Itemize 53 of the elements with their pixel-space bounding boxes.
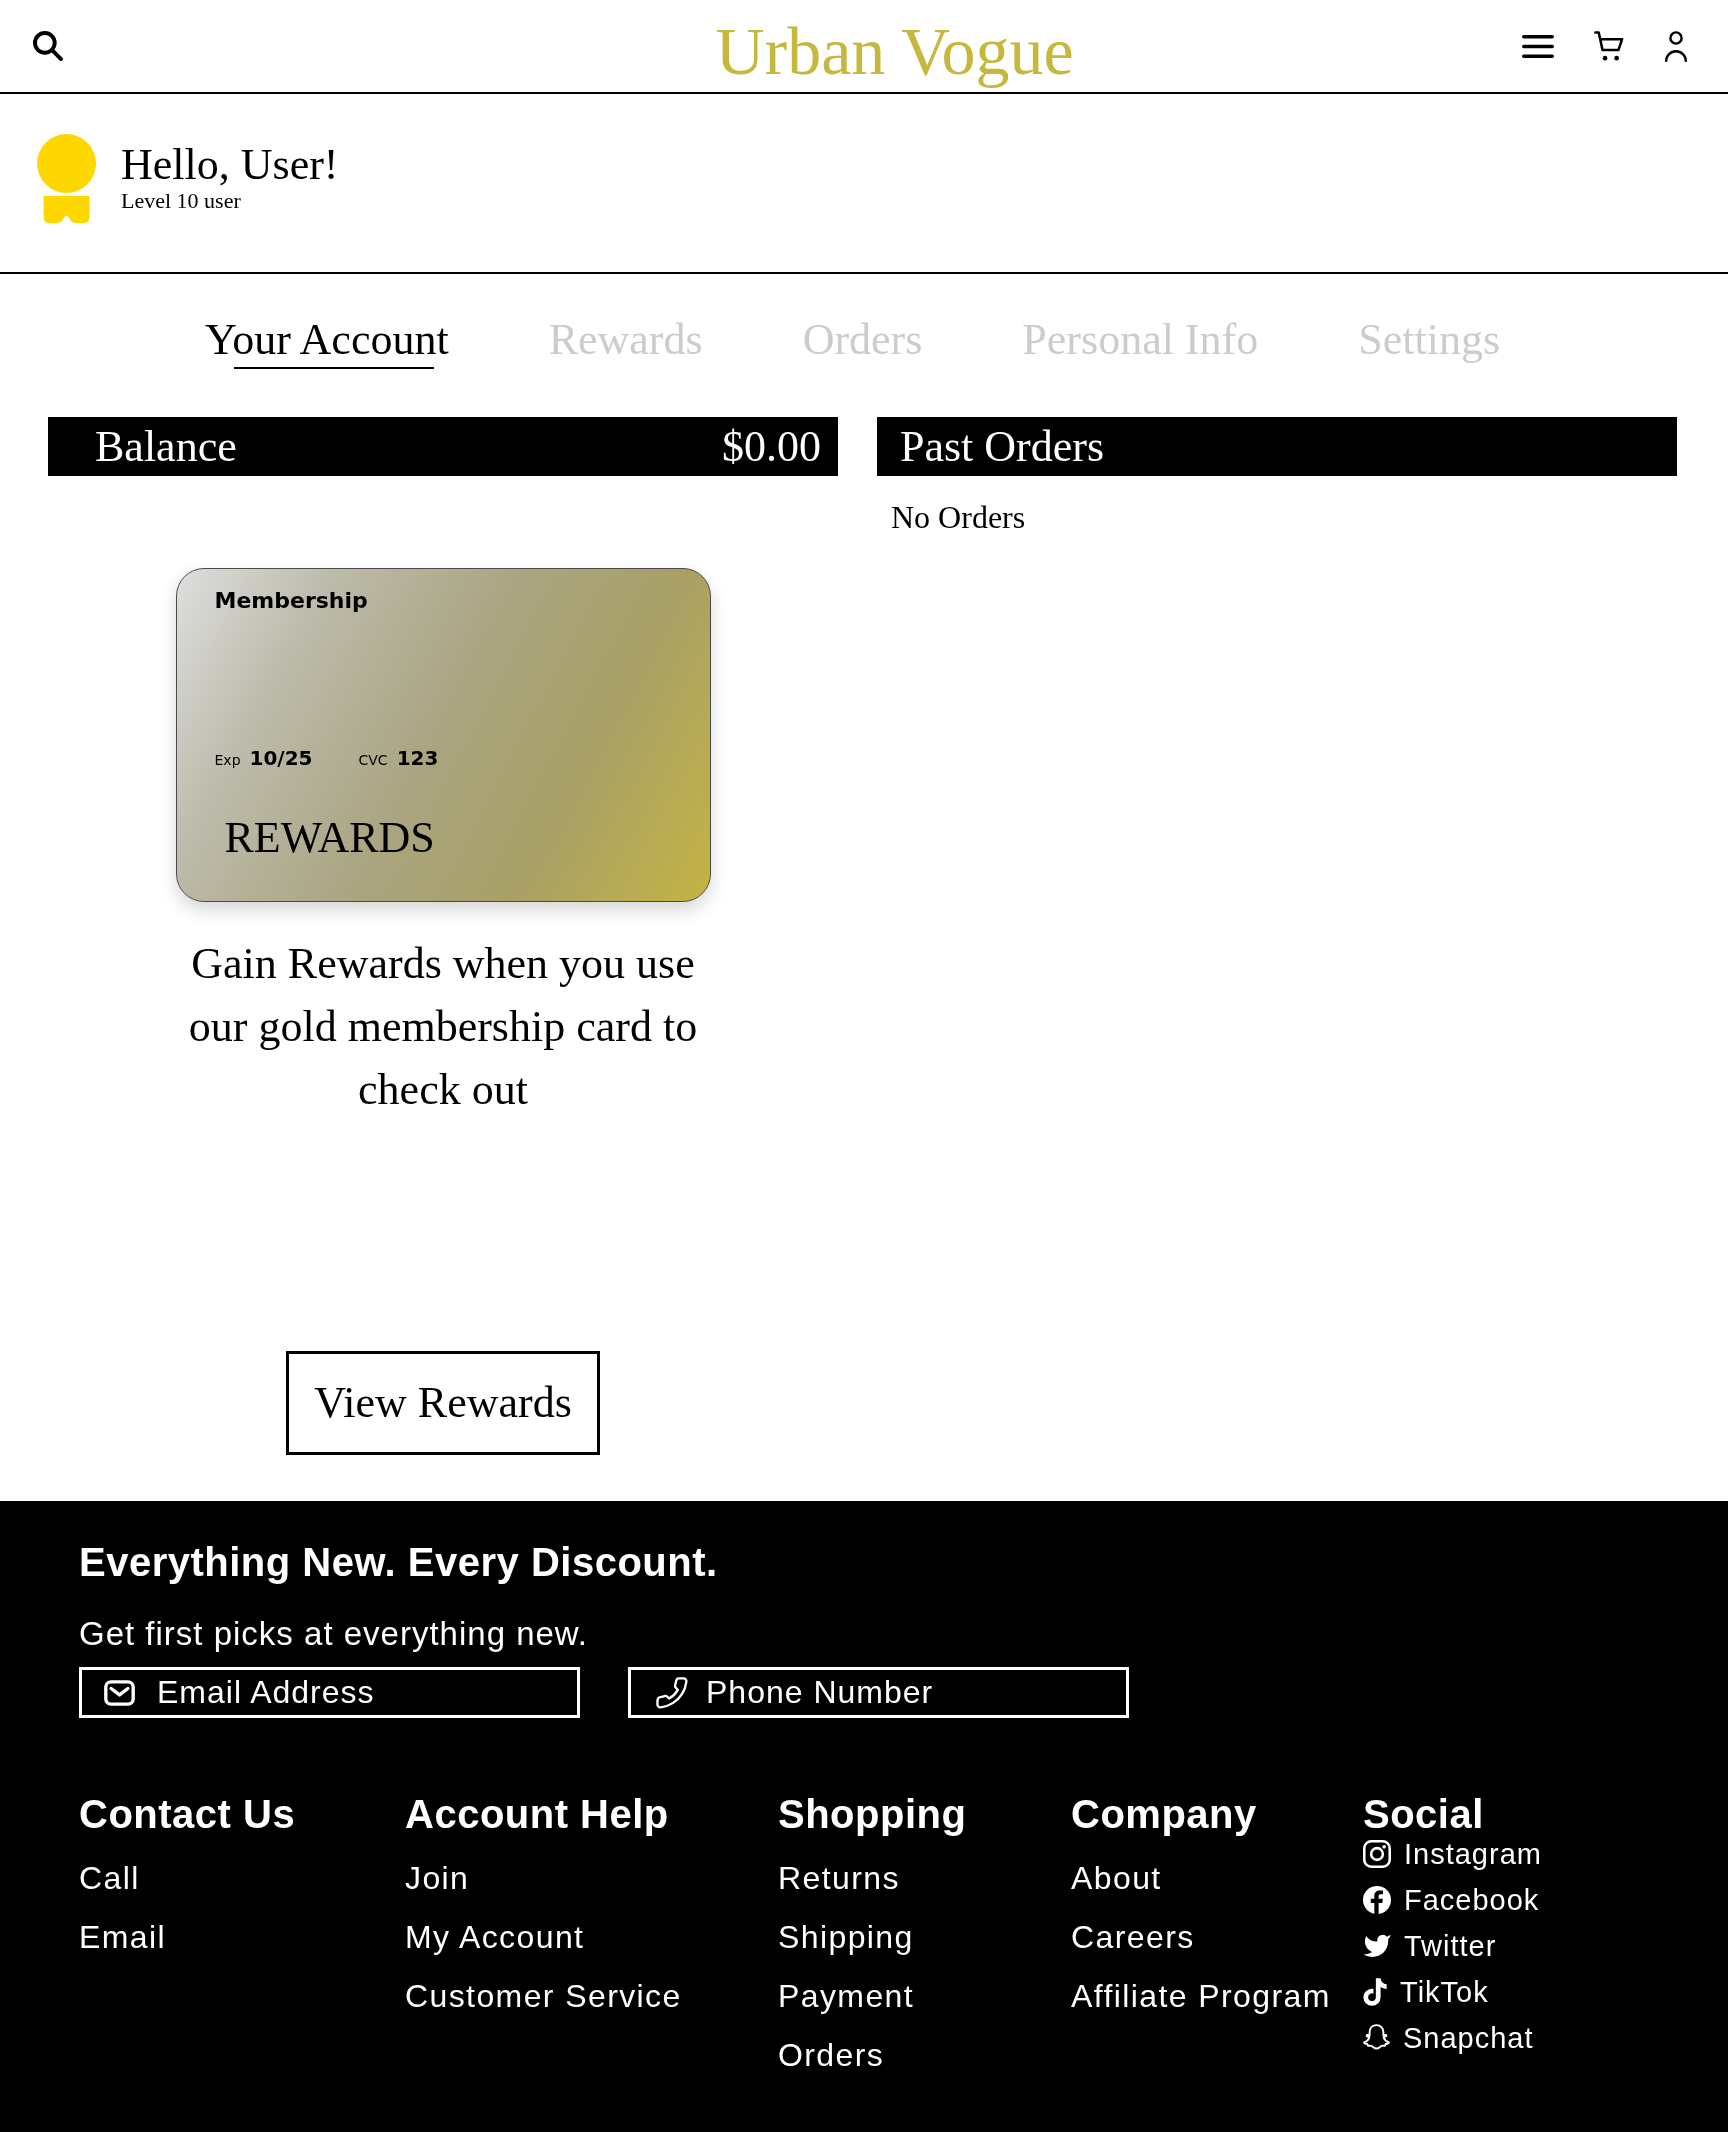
tab[interactable]: Your Account xyxy=(205,315,449,369)
view-rewards-button[interactable]: View Rewards xyxy=(286,1351,600,1455)
footer-heading: Account Help xyxy=(405,1794,669,1834)
social-link[interactable]: Instagram xyxy=(1363,1834,1542,1874)
footer-heading: Social xyxy=(1363,1794,1484,1834)
cvc-code: 123 xyxy=(396,746,439,770)
footer-link[interactable]: Returns xyxy=(778,1849,900,1908)
camera-icon xyxy=(1363,1840,1391,1868)
card-title: Membership xyxy=(214,588,368,614)
social-link[interactable]: Twitter xyxy=(1363,1926,1497,1966)
footer-link[interactable]: About xyxy=(1071,1849,1162,1908)
phone-field[interactable]: Phone Number xyxy=(628,1667,1129,1718)
user-level-text: Level 10 user xyxy=(121,189,242,213)
footer-link[interactable]: Customer Service xyxy=(405,1967,682,2026)
footer-link[interactable]: Orders xyxy=(778,2026,885,2085)
phone-icon xyxy=(656,1676,688,1709)
rewards-description: Gain Rewards when you use our gold membership card to check out xyxy=(187,938,699,1116)
email-field[interactable]: Email Address xyxy=(79,1667,580,1718)
ghost-icon xyxy=(1363,2024,1390,2052)
card-name: REWARDS xyxy=(224,814,435,862)
cvc-label: CVC xyxy=(358,751,388,770)
footer-link[interactable]: Payment xyxy=(778,1967,915,2026)
newsletter-text: Get first picks at everything new. xyxy=(79,1614,589,1654)
bird-icon xyxy=(1363,1934,1391,1958)
expiry-date: 10/25 xyxy=(249,746,313,770)
expiry-label: Exp xyxy=(214,751,241,770)
user-icon[interactable] xyxy=(1664,30,1688,62)
social-link[interactable]: TikTok xyxy=(1363,1972,1489,2012)
social-link[interactable]: Snapchat xyxy=(1363,2018,1534,2058)
orders-title: Past Orders xyxy=(900,421,1105,473)
empty-orders-text: No Orders xyxy=(890,498,1026,536)
mail-icon xyxy=(104,1679,135,1706)
search-icon[interactable] xyxy=(33,31,63,61)
footer-heading: Shopping xyxy=(778,1794,967,1834)
balance-amount: $0.00 xyxy=(722,421,821,473)
footer-link[interactable]: My Account xyxy=(405,1908,585,1967)
greeting-title: Hello, User! xyxy=(121,141,339,189)
footer-link[interactable]: Affiliate Program xyxy=(1071,1967,1331,2026)
balance-label: Balance xyxy=(95,421,237,473)
footer-link[interactable]: Join xyxy=(405,1849,470,1908)
footer-link[interactable]: Call xyxy=(79,1849,140,1908)
footer-heading: Company xyxy=(1071,1794,1257,1834)
footer-link[interactable]: Email xyxy=(79,1908,166,1967)
music-note-icon xyxy=(1363,1978,1387,2006)
footer-link[interactable]: Shipping xyxy=(778,1908,914,1967)
cart-icon[interactable] xyxy=(1594,31,1624,61)
footer-heading: Contact Us xyxy=(79,1794,296,1834)
circle-f-icon xyxy=(1363,1886,1391,1914)
newsletter-title: Everything New. Every Discount. xyxy=(79,1539,718,1586)
social-link[interactable]: Facebook xyxy=(1363,1880,1540,1920)
footer-link[interactable]: Careers xyxy=(1071,1908,1195,1967)
medal-icon xyxy=(36,134,97,223)
menu-icon[interactable] xyxy=(1522,34,1554,58)
